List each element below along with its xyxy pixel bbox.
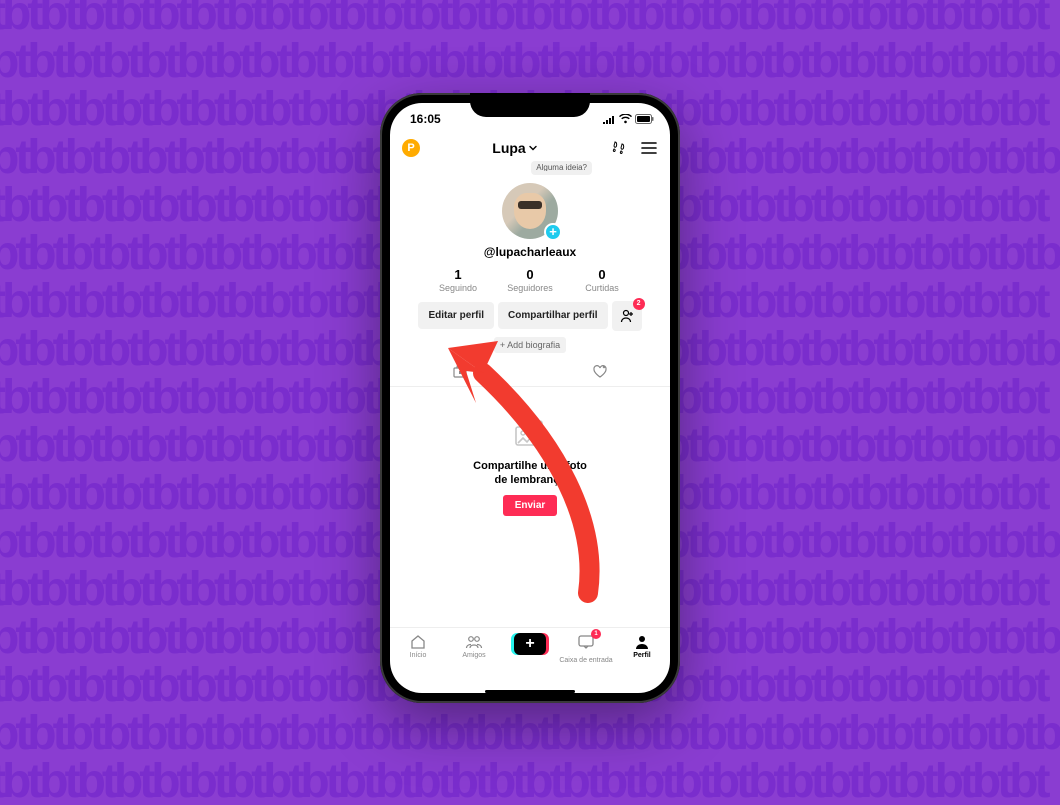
status-time: 16:05 — [410, 112, 441, 126]
stat-likes[interactable]: 0 Curtidas — [577, 267, 627, 293]
status-icons — [602, 114, 654, 124]
add-bio-button[interactable]: + Add biografia — [494, 337, 566, 353]
upload-button[interactable]: Enviar — [503, 495, 558, 516]
app-screen: 16:05 P Lupa — [390, 103, 670, 693]
home-indicator — [390, 679, 670, 693]
stats-row: 1 Seguindo 0 Seguidores 0 Curtidas — [433, 267, 627, 293]
content-tabs — [390, 359, 670, 387]
promo-badge[interactable]: P — [402, 139, 420, 157]
empty-state: Compartilhe uma foto de lembrança Enviar — [390, 387, 670, 627]
battery-icon — [635, 114, 654, 124]
private-posts-icon — [452, 364, 468, 380]
heart-outline-icon — [592, 364, 608, 380]
account-name: Lupa — [492, 140, 525, 156]
footprints-icon[interactable] — [610, 139, 628, 157]
phone-notch — [470, 93, 590, 117]
signal-icon — [602, 114, 616, 124]
home-icon — [409, 633, 427, 651]
stat-followers[interactable]: 0 Seguidores — [505, 267, 555, 293]
tab-liked[interactable] — [530, 364, 670, 380]
nav-inbox[interactable]: 1 Caixa de entrada — [558, 633, 614, 664]
account-switcher[interactable]: Lupa — [492, 140, 537, 156]
username-handle: @lupacharleaux — [484, 245, 576, 259]
profile-actions: Editar perfil Compartilhar perfil 2 — [408, 293, 651, 331]
nav-friends[interactable]: Amigos — [446, 633, 502, 659]
idea-tooltip[interactable]: Alguma ideia? — [531, 161, 592, 176]
profile-icon — [633, 633, 651, 651]
wifi-icon — [619, 114, 632, 124]
create-icon: + — [514, 633, 546, 655]
empty-title: Compartilhe uma foto de lembrança — [470, 459, 590, 488]
hamburger-menu-icon[interactable] — [640, 139, 658, 157]
add-friend-icon — [619, 308, 635, 324]
edit-profile-button[interactable]: Editar perfil — [418, 302, 494, 329]
tab-private[interactable] — [390, 364, 530, 380]
bottom-nav: Início Amigos + 1 Caixa de entrada Perfi… — [390, 627, 670, 679]
nav-home[interactable]: Início — [390, 633, 446, 659]
inbox-badge: 1 — [591, 629, 601, 639]
add-friends-button[interactable]: 2 — [612, 301, 642, 331]
profile-section: Alguma ideia? + @lupacharleaux 1 Seguind… — [390, 165, 670, 353]
friends-icon — [464, 633, 484, 651]
nav-profile[interactable]: Perfil — [614, 633, 670, 659]
phone-mockup: 16:05 P Lupa — [380, 93, 680, 703]
friends-badge: 2 — [633, 298, 645, 310]
nav-create[interactable]: + — [502, 633, 558, 655]
photo-stack-icon — [512, 419, 548, 451]
chevron-down-icon — [528, 143, 538, 153]
stat-following[interactable]: 1 Seguindo — [433, 267, 483, 293]
share-profile-button[interactable]: Compartilhar perfil — [498, 302, 607, 329]
add-story-icon[interactable]: + — [544, 223, 562, 241]
app-header: P Lupa — [390, 135, 670, 165]
avatar-container[interactable]: + — [502, 183, 558, 239]
